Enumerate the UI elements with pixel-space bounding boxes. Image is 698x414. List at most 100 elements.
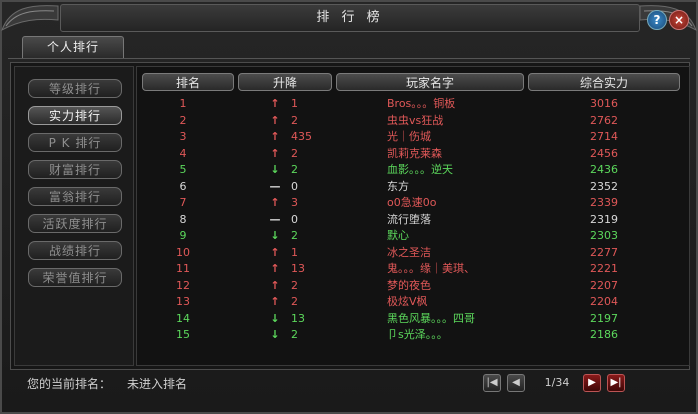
arrow-down-icon: ↓	[270, 328, 280, 341]
power-cell: 2456	[590, 146, 618, 160]
table-row[interactable]: 15 ↓ 2 卩s光泽。。。 2186	[140, 327, 684, 343]
table-row[interactable]: 14 ↓ 13 黑色风暴。。。四哥 2197	[140, 311, 684, 327]
rank-cell: 3	[179, 130, 187, 143]
player-name-cell: 卩s光泽。。。	[387, 328, 448, 341]
prev-page-button[interactable]: ◀	[507, 374, 525, 392]
rank-cell: 7	[179, 196, 187, 209]
rank-change-cell: 2	[291, 163, 298, 176]
table-row[interactable]: 12 ↑ 2 梦的夜色 2207	[140, 278, 684, 294]
table-row[interactable]: 6 — 0 东方 2352	[140, 179, 684, 195]
table-row[interactable]: 5 ↓ 2 血影。。。逆天 2436	[140, 162, 684, 178]
next-page-icon: ▶	[588, 377, 596, 388]
column-header-power[interactable]: 综合实力	[528, 73, 680, 91]
player-name-cell: 冰之圣洁	[387, 245, 431, 259]
sidebar-item-1[interactable]: 等级排行	[28, 79, 122, 98]
no-change-icon: —	[269, 179, 281, 193]
current-rank-label: 您的当前排名：	[27, 377, 112, 391]
sidebar-item-2[interactable]: 实力排行	[28, 106, 122, 125]
rank-cell: 2	[179, 113, 187, 127]
rank-cell: 8	[179, 212, 187, 226]
player-name-cell: 东方	[387, 179, 409, 193]
power-cell: 2436	[590, 163, 618, 176]
arrow-up-icon: ↑	[270, 97, 280, 110]
rank-change-cell: 0	[291, 179, 298, 193]
power-cell: 2207	[590, 278, 618, 292]
player-name-cell: 血影。。。逆天	[387, 163, 453, 176]
rank-cell: 1	[179, 97, 187, 110]
rank-change-cell: 2	[291, 229, 298, 242]
rank-change-cell: 2	[291, 146, 298, 160]
next-page-button[interactable]: ▶	[583, 374, 601, 392]
close-icon: ×	[673, 13, 685, 27]
no-change-icon: —	[269, 212, 281, 226]
page-indicator: 1/34	[544, 376, 570, 389]
first-page-button[interactable]: |◀	[483, 374, 501, 392]
power-cell: 2303	[590, 229, 618, 242]
table-row[interactable]: 7 ↑ 3 o0急速0o 2339	[140, 195, 684, 211]
rank-change-cell: 2	[291, 295, 298, 308]
column-header-rank[interactable]: 排名	[142, 73, 234, 91]
table-row[interactable]: 3 ↑ 435 光｜伤城 2714	[140, 129, 684, 145]
rank-cell: 15	[176, 328, 190, 341]
player-name-cell: 梦的夜色	[387, 278, 431, 292]
power-cell: 2339	[590, 196, 618, 209]
sidebar-item-3[interactable]: P K 排行	[28, 133, 122, 152]
arrow-up-icon: ↑	[270, 196, 280, 209]
sidebar-item-6[interactable]: 活跃度排行	[28, 214, 122, 233]
rank-cell: 5	[179, 163, 187, 176]
sidebar-item-8[interactable]: 荣誉值排行	[28, 268, 122, 287]
current-rank-value: 未进入排名	[127, 377, 188, 391]
player-name-cell: 流行堕落	[387, 212, 431, 226]
power-cell: 2352	[590, 179, 618, 193]
sidebar-item-7[interactable]: 战绩排行	[28, 241, 122, 260]
arrow-up-icon: ↑	[270, 113, 280, 127]
power-cell: 2277	[590, 245, 618, 259]
rank-change-cell: 435	[291, 130, 312, 143]
rank-change-cell: 13	[291, 311, 305, 325]
table-row[interactable]: 4 ↑ 2 凯莉克莱森 2456	[140, 146, 684, 162]
rank-cell: 13	[176, 295, 190, 308]
power-cell: 2204	[590, 295, 618, 308]
player-name-cell: 极炫V枫	[387, 295, 428, 308]
table-row[interactable]: 11 ↑ 13 鬼。。。缘｜美琪、 2221	[140, 261, 684, 277]
player-name-cell: 光｜伤城	[387, 130, 431, 143]
table-row[interactable]: 13 ↑ 2 极炫V枫 2204	[140, 294, 684, 310]
rank-cell: 9	[179, 229, 187, 242]
player-name-cell: 凯莉克莱森	[387, 146, 442, 160]
prev-page-icon: ◀	[512, 377, 520, 388]
table-row[interactable]: 2 ↑ 2 虫虫vs狂战 2762	[140, 113, 684, 129]
last-page-icon: ▶|	[610, 377, 622, 388]
arrow-up-icon: ↑	[270, 146, 280, 160]
close-button[interactable]: ×	[669, 10, 689, 30]
tab-personal-ranking[interactable]: 个人排行	[22, 36, 124, 58]
table-row[interactable]: 10 ↑ 1 冰之圣洁 2277	[140, 245, 684, 261]
power-cell: 2221	[590, 262, 618, 275]
rank-change-cell: 3	[291, 196, 298, 209]
rank-cell: 11	[176, 262, 190, 275]
table-row[interactable]: 9 ↓ 2 默心 2303	[140, 228, 684, 244]
column-header-change[interactable]: 升降	[238, 73, 332, 91]
last-page-button[interactable]: ▶|	[607, 374, 625, 392]
rank-change-cell: 1	[291, 245, 298, 259]
rank-cell: 12	[176, 278, 190, 292]
rank-cell: 4	[179, 146, 187, 160]
power-cell: 3016	[590, 97, 618, 110]
rank-change-cell: 2	[291, 278, 298, 292]
table-row[interactable]: 1 ↑ 1 Bros。。。铜板 3016	[140, 96, 684, 112]
rank-change-cell: 0	[291, 212, 298, 226]
sidebar-item-5[interactable]: 富翁排行	[28, 187, 122, 206]
arrow-down-icon: ↓	[270, 229, 280, 242]
power-cell: 2762	[590, 113, 618, 127]
player-name-cell: 鬼。。。缘｜美琪、	[387, 262, 475, 275]
rank-cell: 14	[176, 311, 190, 325]
rank-cell: 6	[179, 179, 187, 193]
sidebar-item-4[interactable]: 财富排行	[28, 160, 122, 179]
rank-change-cell: 2	[291, 328, 298, 341]
help-button[interactable]: ?	[647, 10, 667, 30]
table-row[interactable]: 8 — 0 流行堕落 2319	[140, 212, 684, 228]
arrow-up-icon: ↑	[270, 278, 280, 292]
first-page-icon: |◀	[486, 377, 498, 388]
column-header-player[interactable]: 玩家名字	[336, 73, 524, 91]
arrow-up-icon: ↑	[270, 130, 280, 143]
rank-change-cell: 2	[291, 113, 298, 127]
